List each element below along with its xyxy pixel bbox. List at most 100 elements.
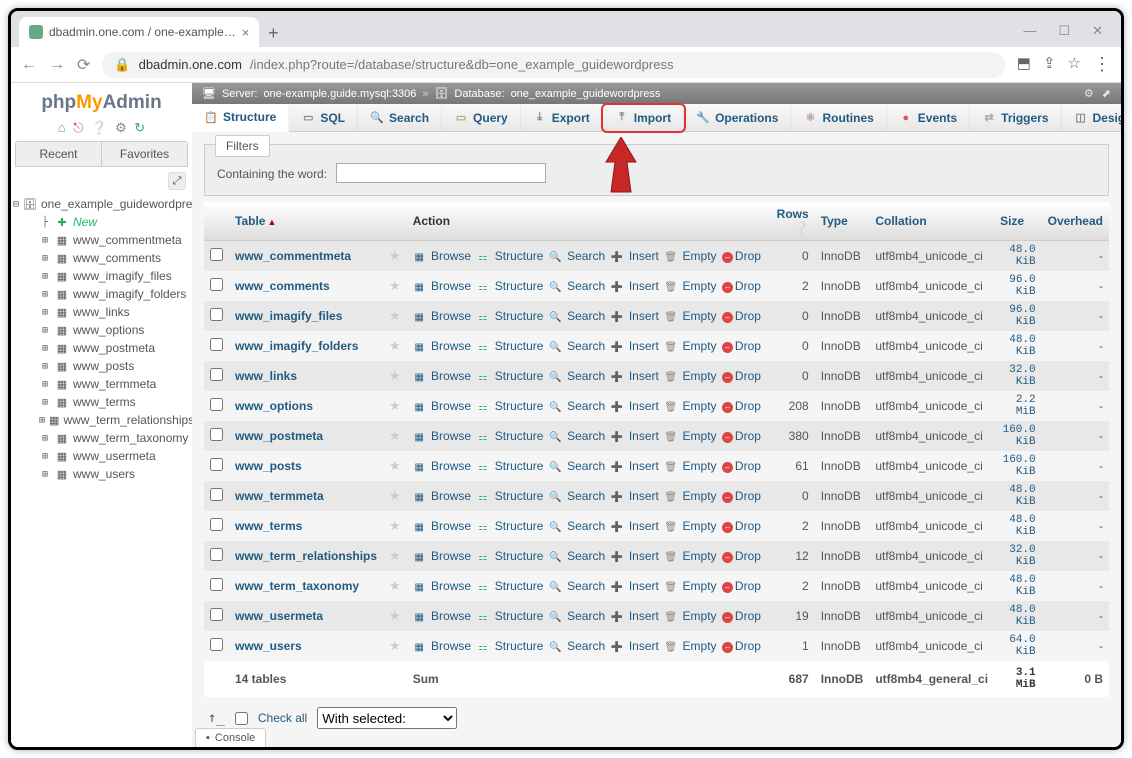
tab-close-button[interactable]: × xyxy=(242,25,250,40)
drop-action[interactable]: –Drop xyxy=(722,399,761,413)
tree-table-item[interactable]: ⊞▦www_usermeta xyxy=(39,447,192,465)
empty-action[interactable]: 🗑 Empty xyxy=(664,399,716,413)
filter-input[interactable] xyxy=(336,163,546,183)
row-checkbox[interactable] xyxy=(210,548,223,561)
insert-action[interactable]: ➕ Insert xyxy=(611,279,659,293)
insert-action[interactable]: ➕ Insert xyxy=(611,609,659,623)
search-action[interactable]: 🔍 Search xyxy=(549,489,605,503)
search-action[interactable]: 🔍 Search xyxy=(549,399,605,413)
tree-expand-icon[interactable]: ⊞ xyxy=(39,361,51,372)
tab-export[interactable]: ⤓Export xyxy=(521,105,603,131)
row-checkbox[interactable] xyxy=(210,398,223,411)
favorite-star-icon[interactable]: ★ xyxy=(389,548,401,563)
structure-action[interactable]: ⚏ Structure xyxy=(476,489,543,503)
browser-tab[interactable]: dbadmin.one.com / one-example… × xyxy=(19,17,259,47)
insert-action[interactable]: ➕ Insert xyxy=(611,249,659,263)
minimize-button[interactable]: — xyxy=(1023,23,1036,39)
sidebar-expand-icon[interactable]: ⤢ xyxy=(168,172,186,190)
empty-action[interactable]: 🗑 Empty xyxy=(664,369,716,383)
structure-action[interactable]: ⚏ Structure xyxy=(476,399,543,413)
structure-action[interactable]: ⚏ Structure xyxy=(476,309,543,323)
reload-button[interactable]: ⟳ xyxy=(77,55,90,75)
tree-expand-icon[interactable]: ⊞ xyxy=(39,235,51,246)
search-action[interactable]: 🔍 Search xyxy=(549,429,605,443)
tree-expand-icon[interactable]: ⊞ xyxy=(39,271,51,282)
drop-action[interactable]: –Drop xyxy=(722,249,761,263)
tab-operations[interactable]: 🔧Operations xyxy=(684,105,791,131)
sidebar-tab-favorites[interactable]: Favorites xyxy=(101,142,187,166)
favorite-star-icon[interactable]: ★ xyxy=(389,278,401,293)
tab-structure[interactable]: 📋Structure xyxy=(192,104,289,132)
table-name-link[interactable]: www_comments xyxy=(235,279,330,293)
row-checkbox[interactable] xyxy=(210,368,223,381)
tree-table-item[interactable]: ⊞▦www_users xyxy=(39,465,192,483)
tree-table-item[interactable]: ⊞▦www_termmeta xyxy=(39,375,192,393)
insert-action[interactable]: ➕ Insert xyxy=(611,639,659,653)
favorite-star-icon[interactable]: ★ xyxy=(389,398,401,413)
table-name-link[interactable]: www_imagify_folders xyxy=(235,339,358,353)
table-name-link[interactable]: www_terms xyxy=(235,519,302,533)
url-input[interactable]: 🔒 dbadmin.one.com/index.php?route=/datab… xyxy=(102,52,1004,78)
tree-table-item[interactable]: ⊞▦www_commentmeta xyxy=(39,231,192,249)
favorite-star-icon[interactable]: ★ xyxy=(389,308,401,323)
back-button[interactable]: ← xyxy=(21,56,37,74)
row-checkbox[interactable] xyxy=(210,488,223,501)
row-checkbox[interactable] xyxy=(210,458,223,471)
favorite-star-icon[interactable]: ★ xyxy=(389,638,401,653)
search-action[interactable]: 🔍 Search xyxy=(549,549,605,563)
favorite-star-icon[interactable]: ★ xyxy=(389,458,401,473)
drop-action[interactable]: –Drop xyxy=(722,309,761,323)
insert-action[interactable]: ➕ Insert xyxy=(611,549,659,563)
structure-action[interactable]: ⚏ Structure xyxy=(476,579,543,593)
empty-action[interactable]: 🗑 Empty xyxy=(664,639,716,653)
forward-button[interactable]: → xyxy=(49,56,65,74)
tree-expand-icon[interactable]: ⊞ xyxy=(39,469,51,480)
table-name-link[interactable]: www_termmeta xyxy=(235,489,324,503)
browse-action[interactable]: ▦ Browse xyxy=(413,339,471,353)
tree-expand-icon[interactable]: ⊞ xyxy=(39,397,51,408)
logout-icon[interactable]: ⎋ xyxy=(73,120,83,135)
structure-action[interactable]: ⚏ Structure xyxy=(476,639,543,653)
search-action[interactable]: 🔍 Search xyxy=(549,579,605,593)
page-collapse-icon[interactable]: ⬈ xyxy=(1102,87,1111,100)
check-all-link[interactable]: Check all xyxy=(258,711,307,725)
tree-table-item[interactable]: ⊞▦www_links xyxy=(39,303,192,321)
tab-query[interactable]: ▭Query xyxy=(442,105,521,131)
insert-action[interactable]: ➕ Insert xyxy=(611,519,659,533)
row-checkbox[interactable] xyxy=(210,608,223,621)
tree-expand-icon[interactable]: ⊞ xyxy=(39,451,51,462)
search-action[interactable]: 🔍 Search xyxy=(549,249,605,263)
structure-action[interactable]: ⚏ Structure xyxy=(476,429,543,443)
tree-table-item[interactable]: ⊞▦www_term_relationships xyxy=(39,411,192,429)
search-action[interactable]: 🔍 Search xyxy=(549,519,605,533)
table-name-link[interactable]: www_term_relationships xyxy=(235,549,377,563)
empty-action[interactable]: 🗑 Empty xyxy=(664,339,716,353)
col-rows[interactable]: Rows ❔ xyxy=(769,202,815,241)
chrome-menu-button[interactable]: ⋮ xyxy=(1093,54,1111,75)
browse-action[interactable]: ▦ Browse xyxy=(413,249,471,263)
structure-action[interactable]: ⚏ Structure xyxy=(476,339,543,353)
crumb-server-link[interactable]: one-example.guide.mysql:3306 xyxy=(263,88,416,100)
empty-action[interactable]: 🗑 Empty xyxy=(664,519,716,533)
insert-action[interactable]: ➕ Insert xyxy=(611,429,659,443)
favorite-star-icon[interactable]: ★ xyxy=(389,608,401,623)
structure-action[interactable]: ⚏ Structure xyxy=(476,549,543,563)
search-action[interactable]: 🔍 Search xyxy=(549,459,605,473)
tree-table-item[interactable]: ⊞▦www_postmeta xyxy=(39,339,192,357)
table-name-link[interactable]: www_posts xyxy=(235,459,302,473)
tree-expand-icon[interactable]: ⊞ xyxy=(39,253,51,264)
browse-action[interactable]: ▦ Browse xyxy=(413,309,471,323)
row-checkbox[interactable] xyxy=(210,638,223,651)
install-icon[interactable]: ⬒ xyxy=(1017,54,1031,75)
drop-action[interactable]: –Drop xyxy=(722,489,761,503)
drop-action[interactable]: –Drop xyxy=(722,459,761,473)
row-checkbox[interactable] xyxy=(210,428,223,441)
empty-action[interactable]: 🗑 Empty xyxy=(664,309,716,323)
favorite-star-icon[interactable]: ★ xyxy=(389,428,401,443)
col-overhead[interactable]: Overhead xyxy=(1042,202,1109,241)
structure-action[interactable]: ⚏ Structure xyxy=(476,369,543,383)
col-table[interactable]: Table▲ xyxy=(229,202,383,241)
phpmyadmin-logo[interactable]: phpMyAdmin xyxy=(11,88,192,118)
row-checkbox[interactable] xyxy=(210,338,223,351)
empty-action[interactable]: 🗑 Empty xyxy=(664,279,716,293)
